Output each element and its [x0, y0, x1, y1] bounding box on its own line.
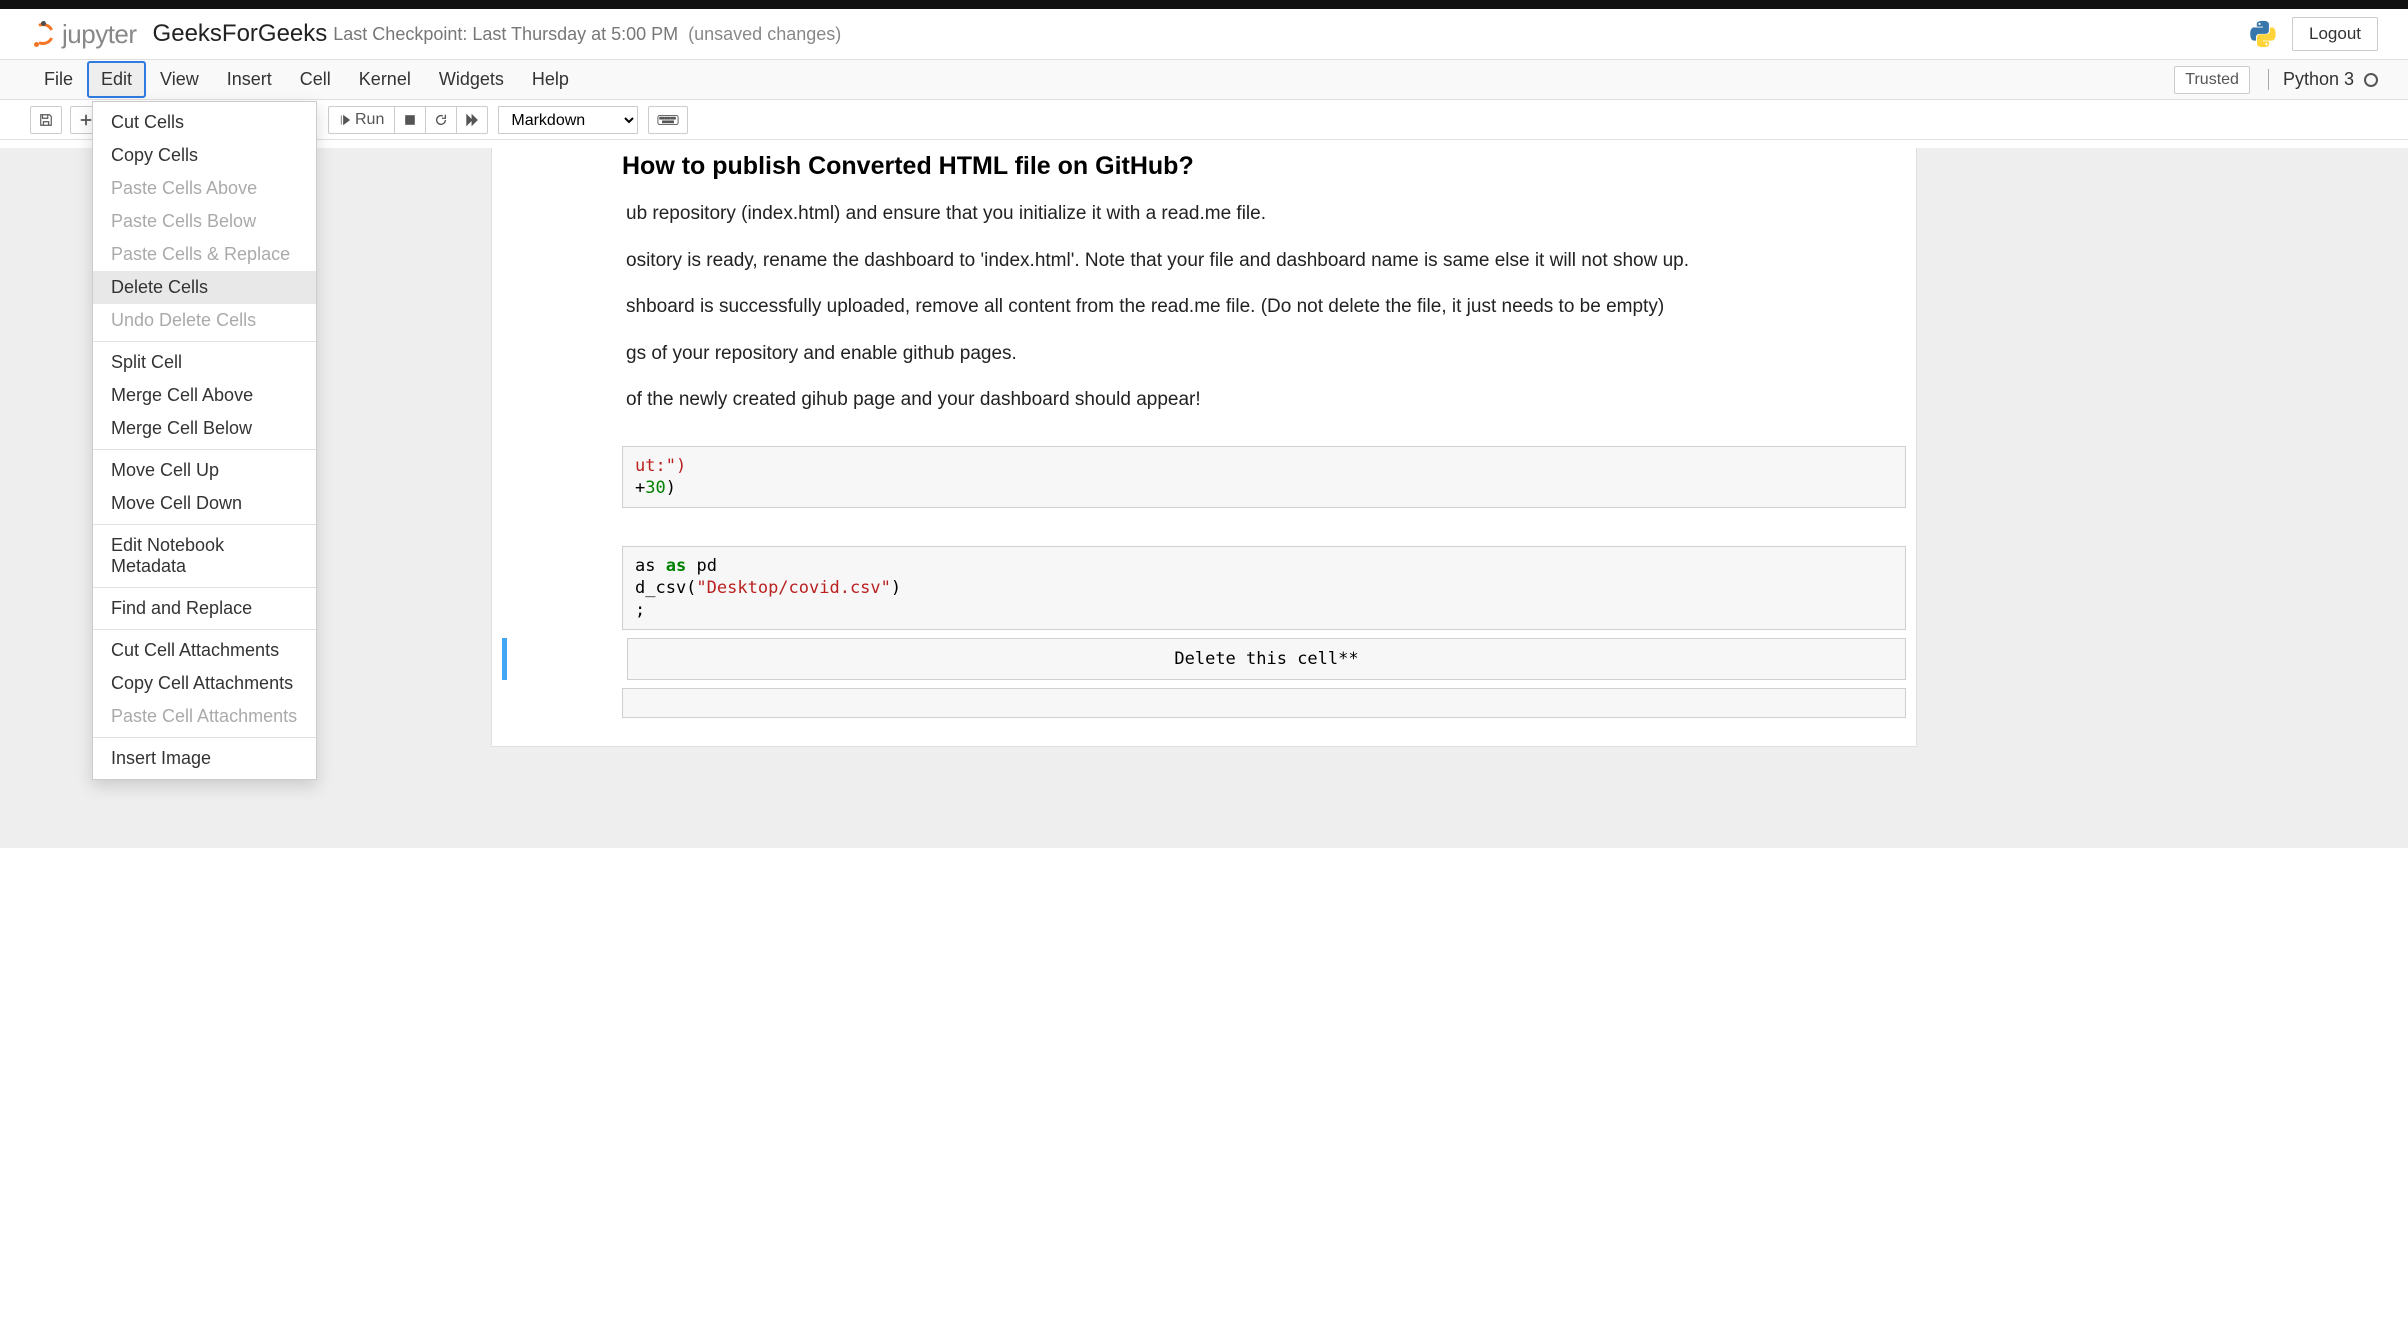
- code-cell-2[interactable]: as as pd d_csv("Desktop/covid.csv") ;: [502, 546, 1906, 630]
- edit-menu-move-cell-down[interactable]: Move Cell Down: [93, 487, 316, 520]
- browser-top-strip: [0, 0, 2408, 9]
- menu-file[interactable]: File: [30, 61, 87, 98]
- run-controls-group: Run: [328, 106, 488, 134]
- edit-menu-paste-cells-above: Paste Cells Above: [93, 172, 316, 205]
- edit-menu-merge-cell-below[interactable]: Merge Cell Below: [93, 412, 316, 445]
- notebook-title[interactable]: GeeksForGeeks: [153, 20, 328, 48]
- toolbar: Run Markdown: [0, 100, 2408, 140]
- prompt-area: [502, 148, 622, 438]
- dropdown-divider: [93, 737, 316, 738]
- jupyter-logo[interactable]: jupyter: [30, 19, 137, 50]
- menu-kernel[interactable]: Kernel: [345, 61, 425, 98]
- notebook-background: How to publish Converted HTML file on Gi…: [0, 148, 2408, 848]
- menu-view[interactable]: View: [146, 61, 213, 98]
- dropdown-divider: [93, 449, 316, 450]
- edit-menu-cut-cell-attachments[interactable]: Cut Cell Attachments: [93, 634, 316, 667]
- edit-menu-paste-cells-replace: Paste Cells & Replace: [93, 238, 316, 271]
- menu-cell[interactable]: Cell: [286, 61, 345, 98]
- code-editor-2[interactable]: as as pd d_csv("Desktop/covid.csv") ;: [622, 546, 1906, 630]
- output-text: [622, 516, 1906, 538]
- edit-menu-copy-cell-attachments[interactable]: Copy Cell Attachments: [93, 667, 316, 700]
- notebook-header: jupyter GeeksForGeeks Last Checkpoint: L…: [0, 9, 2408, 60]
- edit-menu-cut-cells[interactable]: Cut Cells: [93, 106, 316, 139]
- edit-menu-merge-cell-above[interactable]: Merge Cell Above: [93, 379, 316, 412]
- code-editor-1[interactable]: ut:") +30): [622, 446, 1906, 508]
- edit-menu-edit-notebook-metadata[interactable]: Edit Notebook Metadata: [93, 529, 316, 583]
- interrupt-button[interactable]: [394, 106, 425, 134]
- dropdown-divider: [93, 587, 316, 588]
- checkpoint-text: Last Checkpoint: Last Thursday at 5:00 P…: [333, 24, 678, 45]
- edit-dropdown-menu: Cut CellsCopy CellsPaste Cells AbovePast…: [92, 101, 317, 780]
- markdown-step-2: ository is ready, rename the dashboard t…: [626, 248, 1906, 275]
- edit-menu-paste-cell-attachments: Paste Cell Attachments: [93, 700, 316, 733]
- kernel-status-icon: [2364, 73, 2378, 87]
- edit-menu-find-and-replace[interactable]: Find and Replace: [93, 592, 316, 625]
- trusted-indicator[interactable]: Trusted: [2174, 66, 2250, 94]
- output-cell-1: [502, 516, 1906, 538]
- python-icon: [2248, 19, 2278, 49]
- edit-menu-copy-cells[interactable]: Copy Cells: [93, 139, 316, 172]
- dropdown-divider: [93, 629, 316, 630]
- raw-cell-delete[interactable]: Delete this cell**: [502, 638, 1906, 680]
- prompt-in-1: [502, 446, 622, 508]
- dropdown-divider: [93, 341, 316, 342]
- command-palette-button[interactable]: [648, 106, 688, 134]
- edit-menu-split-cell[interactable]: Split Cell: [93, 346, 316, 379]
- kernel-name-text: Python 3: [2283, 69, 2354, 90]
- markdown-step-3: shboard is successfully uploaded, remove…: [626, 294, 1906, 321]
- edit-menu-paste-cells-below: Paste Cells Below: [93, 205, 316, 238]
- edit-menu-delete-cells[interactable]: Delete Cells: [93, 271, 316, 304]
- prompt-raw: [507, 638, 627, 680]
- edit-menu-undo-delete-cells: Undo Delete Cells: [93, 304, 316, 337]
- run-label: Run: [355, 111, 384, 129]
- jupyter-logo-icon: [30, 21, 56, 47]
- edit-menu-insert-image[interactable]: Insert Image: [93, 742, 316, 775]
- markdown-step-1: ub repository (index.html) and ensure th…: [626, 201, 1906, 228]
- kernel-indicator[interactable]: Python 3: [2268, 69, 2378, 90]
- jupyter-logo-text: jupyter: [62, 19, 137, 50]
- code-cell-1[interactable]: ut:") +30): [502, 446, 1906, 508]
- menu-widgets[interactable]: Widgets: [425, 61, 518, 98]
- markdown-step-4: gs of your repository and enable github …: [626, 341, 1906, 368]
- prompt-in-2: [502, 546, 622, 630]
- menu-insert[interactable]: Insert: [213, 61, 286, 98]
- empty-cell[interactable]: [502, 688, 1906, 718]
- raw-cell-text[interactable]: Delete this cell**: [627, 638, 1906, 680]
- restart-button[interactable]: [425, 106, 456, 134]
- markdown-step-5: of the newly created gihub page and your…: [626, 387, 1906, 414]
- edit-menu-move-cell-up[interactable]: Move Cell Up: [93, 454, 316, 487]
- markdown-heading: How to publish Converted HTML file on Gi…: [622, 152, 1906, 181]
- menubar: FileEditViewInsertCellKernelWidgetsHelp …: [0, 60, 2408, 100]
- menu-edit[interactable]: Edit: [87, 61, 146, 98]
- cell-type-select[interactable]: Markdown: [498, 106, 638, 134]
- save-button[interactable]: [30, 106, 62, 134]
- markdown-cell[interactable]: How to publish Converted HTML file on Gi…: [502, 148, 1906, 438]
- dropdown-divider: [93, 524, 316, 525]
- notebook-area[interactable]: How to publish Converted HTML file on Gi…: [491, 148, 1917, 747]
- menu-help[interactable]: Help: [518, 61, 583, 98]
- restart-run-all-button[interactable]: [456, 106, 488, 134]
- unsaved-indicator: (unsaved changes): [688, 24, 841, 45]
- empty-cell-editor[interactable]: [622, 688, 1906, 718]
- logout-button[interactable]: Logout: [2292, 17, 2378, 51]
- run-button[interactable]: Run: [328, 106, 394, 134]
